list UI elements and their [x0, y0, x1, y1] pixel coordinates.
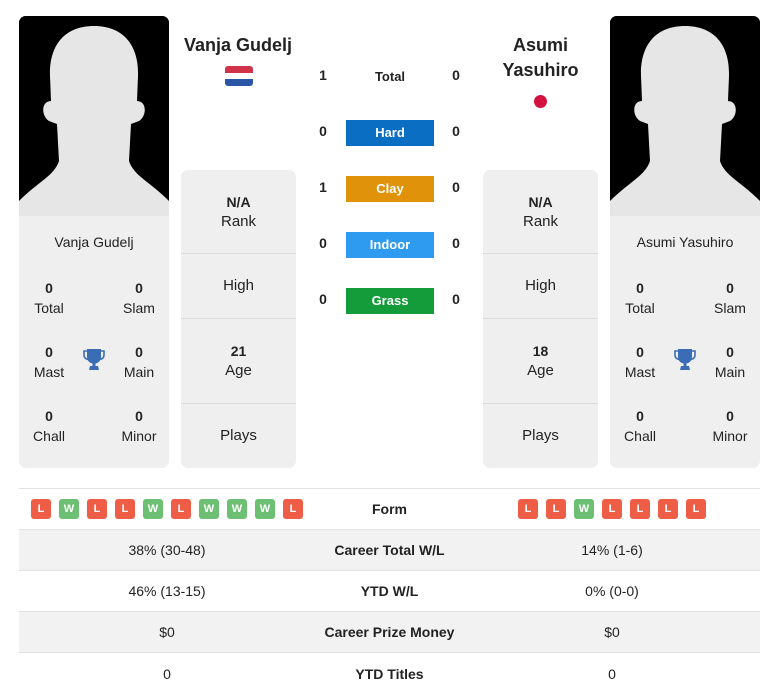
trophy-icon [83, 349, 105, 370]
table-row: $0 Career Prize Money $0 [19, 612, 760, 653]
player1-age: 21 Age [181, 319, 296, 404]
form-loss-badge: L [686, 499, 706, 519]
player-silhouette-icon [19, 16, 169, 216]
player2-titles-minor: 0 Minor [712, 408, 748, 444]
row-label: YTD W/L [360, 583, 419, 599]
player1-photo [19, 16, 169, 216]
player1-high: High [181, 254, 296, 319]
form-loss-badge: L [87, 499, 107, 519]
form-win-badge: W [227, 499, 247, 519]
table-row-form: LWLLWLWWWL Form LLWLLLL [19, 489, 760, 530]
player2-high: High [483, 254, 598, 319]
table-row: 46% (13-15) YTD W/L 0% (0-0) [19, 571, 760, 612]
player2-titles-total: 0 Total [625, 280, 655, 316]
player1-value: 38% (30-48) [128, 542, 206, 558]
player2-titles-main: 0 Main [714, 344, 746, 380]
player1-form: LWLLWLWWWL [19, 499, 315, 519]
h2h-grass-p1: 0 [319, 291, 327, 307]
form-loss-badge: L [171, 499, 191, 519]
player2-info: N/A Rank High 18 Age Plays [483, 170, 598, 468]
h2h-total-p1: 1 [319, 67, 327, 83]
form-loss-badge: L [658, 499, 678, 519]
player2-card-name: Asumi Yasuhiro [636, 234, 734, 250]
row-label: Career Prize Money [324, 624, 455, 640]
player1-value: 0 [163, 665, 171, 682]
player2-card: Asumi Yasuhiro 0 Total 0 Slam 0 Mast 0 Main … [610, 16, 760, 468]
form-loss-badge: L [602, 499, 622, 519]
table-row: 38% (30-48) Career Total W/L 14% (1-6) [19, 530, 760, 571]
player2-value: 14% (1-6) [581, 542, 643, 558]
form-win-badge: W [59, 499, 79, 519]
h2h-total-p2: 0 [452, 67, 460, 83]
table-row: 0 YTD Titles 0 [19, 653, 760, 694]
player2-age: 18 Age [483, 319, 598, 404]
surface-clay-badge: Clay [346, 176, 434, 202]
player1-plays: Plays [220, 427, 257, 444]
japan-flag-icon [534, 95, 547, 108]
form-loss-badge: L [546, 499, 566, 519]
player2-titles-chall: 0 Chall [624, 408, 656, 444]
player1-card-name: Vanja Gudelj [54, 234, 134, 250]
form-loss-badge: L [518, 499, 538, 519]
player2-rank: N/A Rank [483, 170, 598, 254]
h2h-total-label: Total [374, 69, 406, 84]
player1-titles-minor: 0 Minor [121, 408, 157, 444]
row-label: YTD Titles [355, 665, 424, 682]
surface-grass-badge: Grass [346, 288, 434, 314]
form-win-badge: W [255, 499, 275, 519]
form-loss-badge: L [630, 499, 650, 519]
player2-form: LLWLLLL [464, 499, 760, 519]
trophy-icon [674, 349, 696, 370]
player2-photo [610, 16, 760, 216]
player1-rank: N/A Rank [181, 170, 296, 254]
form-loss-badge: L [283, 499, 303, 519]
player2-value: $0 [604, 624, 620, 640]
player1-value: $0 [159, 624, 175, 640]
h2h-grass-p2: 0 [452, 291, 460, 307]
form-win-badge: W [143, 499, 163, 519]
form-label: Form [372, 501, 407, 517]
surface-hard-badge: Hard [346, 120, 434, 146]
player1-value: 46% (13-15) [128, 583, 206, 599]
player1-titles-total: 0 Total [34, 280, 64, 316]
comparison-table: LWLLWLWWWL Form LLWLLLL 38% (30-48) Care… [19, 488, 760, 694]
form-loss-badge: L [115, 499, 135, 519]
h2h-indoor-p2: 0 [452, 235, 460, 251]
player2-name-last: Yasuhiro [502, 60, 579, 80]
player1-info: N/A Rank High 21 Age Plays [181, 170, 296, 468]
h2h-hard-p1: 0 [319, 123, 327, 139]
form-win-badge: W [199, 499, 219, 519]
player2-name[interactable]: Asumi Yasuhiro [483, 33, 598, 83]
player1-titles-slam: 0 Slam [123, 280, 155, 316]
player2-plays: Plays [522, 427, 559, 444]
player2-titles-mast: 0 Mast [624, 344, 656, 380]
player1-titles-main: 0 Main [123, 344, 155, 380]
player1-titles-mast: 0 Mast [33, 344, 65, 380]
player1-titles-chall: 0 Chall [33, 408, 65, 444]
player2-titles-slam: 0 Slam [714, 280, 746, 316]
h2h-indoor-p1: 0 [319, 235, 327, 251]
h2h-clay-p2: 0 [452, 179, 460, 195]
form-loss-badge: L [31, 499, 51, 519]
h2h-clay-p1: 1 [319, 179, 327, 195]
form-win-badge: W [574, 499, 594, 519]
h2h-hard-p2: 0 [452, 123, 460, 139]
player-silhouette-icon [610, 16, 760, 216]
player2-value: 0% (0-0) [585, 583, 639, 599]
player2-value: 0 [608, 665, 616, 682]
player1-card: Vanja Gudelj 0 Total 0 Slam 0 Mast 0 Main 0C… [19, 16, 169, 468]
netherlands-flag-icon [225, 66, 253, 86]
player2-name-first: Asumi [512, 35, 568, 55]
surface-indoor-badge: Indoor [346, 232, 434, 258]
row-label: Career Total W/L [334, 542, 445, 558]
player1-name[interactable]: Vanja Gudelj [176, 33, 300, 58]
